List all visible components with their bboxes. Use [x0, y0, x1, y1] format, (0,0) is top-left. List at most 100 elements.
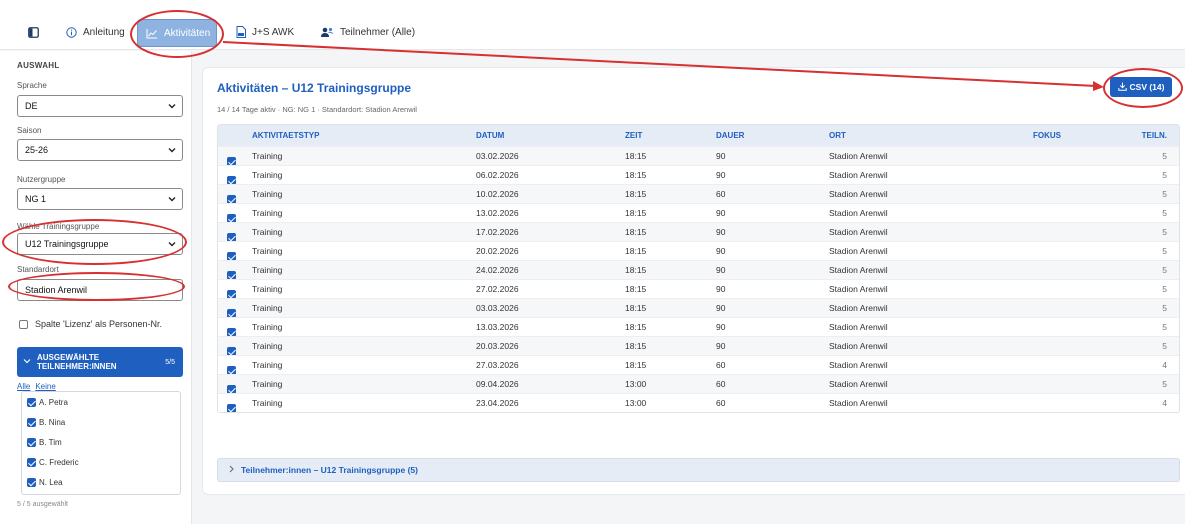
tab-teilnehmer-label: Teilnehmer (Alle) — [340, 26, 416, 38]
cell-datum: 03.03.2026 — [476, 303, 519, 313]
lizenz-checkbox-label: Spalte 'Lizenz' als Personen-Nr. — [35, 319, 163, 329]
participant-item[interactable]: B. Nina — [27, 418, 65, 427]
cell-teiln: 4 — [1162, 398, 1167, 408]
chevron-down-icon — [168, 146, 176, 156]
cell-typ: Training — [252, 189, 283, 199]
participant-checkbox[interactable] — [27, 438, 36, 447]
page-title: Aktivitäten – U12 Trainingsgruppe — [217, 81, 412, 95]
table-row[interactable]: Training 17.02.2026 18:15 90 Stadion Arenwil… — [218, 222, 1179, 242]
cell-teiln: 5 — [1162, 379, 1167, 389]
column-header[interactable]: FOKUS — [1033, 131, 1061, 140]
sidebar-toggle-button[interactable] — [24, 20, 46, 44]
column-header[interactable]: DATUM — [476, 131, 504, 140]
select-none-link[interactable]: Keine — [35, 382, 55, 391]
cell-teiln: 5 — [1162, 341, 1167, 351]
csv-download-button[interactable]: CSV (14) — [1110, 77, 1172, 97]
participants-collapsible-label: Teilnehmer:innen – U12 Trainingsgruppe (… — [241, 465, 418, 475]
tab-anleitung-label: Anleitung — [83, 26, 125, 38]
cell-ort: Stadion Arenwil — [829, 265, 888, 275]
participant-item[interactable]: N. Lea — [27, 478, 63, 487]
participant-item[interactable]: A. Petra — [27, 398, 68, 407]
cell-teiln: 5 — [1162, 322, 1167, 332]
table-row[interactable]: Training 03.03.2026 18:15 90 Stadion Arenwil… — [218, 298, 1179, 318]
nutzergruppe-select[interactable]: NG 1 — [17, 188, 183, 210]
standardort-input[interactable] — [17, 279, 183, 301]
cell-teiln: 5 — [1162, 246, 1167, 256]
cell-ort: Stadion Arenwil — [829, 303, 888, 313]
table-row[interactable]: Training 23.04.2026 13:00 60 Stadion Arenwil… — [218, 393, 1179, 412]
cell-dauer: 90 — [716, 246, 726, 256]
cell-typ: Training — [252, 170, 283, 180]
tab-anleitung[interactable]: Anleitung — [58, 20, 133, 44]
users-icon — [320, 27, 334, 38]
chart-line-icon — [146, 28, 158, 39]
selected-participants-accordion[interactable]: AUSGEWÄHLTE TEILNEHMER:INNEN 5/5 — [17, 347, 183, 377]
participant-checkbox[interactable] — [27, 458, 36, 467]
participant-name: B. Tim — [39, 438, 62, 447]
table-row[interactable]: Training 20.02.2026 18:15 90 Stadion Arenwil… — [218, 241, 1179, 261]
cell-datum: 20.03.2026 — [476, 341, 519, 351]
cell-teiln: 5 — [1162, 303, 1167, 313]
table-row[interactable]: Training 20.03.2026 18:15 90 Stadion Arenwil… — [218, 336, 1179, 356]
column-header[interactable]: ZEIT — [625, 131, 642, 140]
cell-typ: Training — [252, 341, 283, 351]
cell-typ: Training — [252, 379, 283, 389]
table-row[interactable]: Training 13.02.2026 18:15 90 Stadion Arenwil… — [218, 203, 1179, 223]
cell-zeit: 18:15 — [625, 322, 647, 332]
table-row[interactable]: Training 24.02.2026 18:15 90 Stadion Arenwil… — [218, 260, 1179, 280]
table-row[interactable]: Training 27.02.2026 18:15 90 Stadion Arenwil… — [218, 279, 1179, 299]
participant-checkbox[interactable] — [27, 398, 36, 407]
cell-teiln: 4 — [1162, 360, 1167, 370]
participant-item[interactable]: B. Tim — [27, 438, 62, 447]
cell-typ: Training — [252, 360, 283, 370]
cell-ort: Stadion Arenwil — [829, 208, 888, 218]
table-row[interactable]: Training 06.02.2026 18:15 90 Stadion Arenwil… — [218, 165, 1179, 185]
cell-ort: Stadion Arenwil — [829, 189, 888, 199]
table-row[interactable]: Training 09.04.2026 13:00 60 Stadion Arenwil… — [218, 374, 1179, 394]
column-header[interactable]: DAUER — [716, 131, 744, 140]
chevron-down-icon — [168, 240, 176, 250]
lizenz-checkbox[interactable] — [19, 319, 28, 329]
participant-name: N. Lea — [39, 478, 63, 487]
cell-typ: Training — [252, 208, 283, 218]
cell-zeit: 13:00 — [625, 398, 647, 408]
chevron-down-icon — [168, 195, 176, 205]
select-all-link[interactable]: Alle — [17, 382, 30, 391]
cell-ort: Stadion Arenwil — [829, 170, 888, 180]
select-links: Alle Keine — [17, 382, 56, 391]
cell-dauer: 90 — [716, 151, 726, 161]
table-row[interactable]: Training 27.03.2026 18:15 60 Stadion Arenwil… — [218, 355, 1179, 375]
panel-icon — [28, 26, 39, 38]
cell-ort: Stadion Arenwil — [829, 398, 888, 408]
download-icon — [1117, 82, 1127, 93]
cell-datum: 17.02.2026 — [476, 227, 519, 237]
table-row[interactable]: Training 10.02.2026 18:15 60 Stadion Arenwil… — [218, 184, 1179, 204]
cell-ort: Stadion Arenwil — [829, 341, 888, 351]
column-header[interactable]: AKTIVITAETSTYP — [252, 131, 319, 140]
lizenz-checkbox-row[interactable]: Spalte 'Lizenz' als Personen-Nr. — [19, 319, 162, 329]
sprache-select[interactable]: DE — [17, 95, 183, 117]
cell-dauer: 60 — [716, 379, 726, 389]
participant-checkbox[interactable] — [27, 478, 36, 487]
cell-zeit: 13:00 — [625, 379, 647, 389]
table-row[interactable]: Training 03.02.2026 18:15 90 Stadion Arenwil… — [218, 146, 1179, 166]
cell-datum: 13.03.2026 — [476, 322, 519, 332]
participant-list: A. Petra B. Nina B. Tim C. Frederic N. L… — [21, 391, 181, 495]
row-checkbox[interactable] — [227, 403, 236, 412]
trainingsgruppe-select[interactable]: U12 Trainingsgruppe — [17, 233, 183, 255]
tab-js-awk[interactable]: J+S AWK — [228, 20, 302, 44]
column-header[interactable]: TEILN. — [1142, 131, 1167, 140]
cell-zeit: 18:15 — [625, 284, 647, 294]
participants-collapsible[interactable]: Teilnehmer:innen – U12 Trainingsgruppe (… — [217, 458, 1180, 482]
table-row[interactable]: Training 13.03.2026 18:15 90 Stadion Arenwil… — [218, 317, 1179, 337]
saison-select[interactable]: 25-26 — [17, 139, 183, 161]
tab-teilnehmer[interactable]: Teilnehmer (Alle) — [312, 20, 423, 44]
column-header[interactable]: ORT — [829, 131, 846, 140]
nutzergruppe-value: NG 1 — [25, 194, 47, 204]
tab-aktivitaeten[interactable]: Aktivitäten — [137, 19, 217, 47]
top-tab-bar: Anleitung Aktivitäten J+S AWK Teilnehmer… — [0, 0, 1185, 50]
chevron-right-icon — [228, 465, 235, 475]
participant-item[interactable]: C. Frederic — [27, 458, 79, 467]
participant-checkbox[interactable] — [27, 418, 36, 427]
cell-dauer: 90 — [716, 341, 726, 351]
